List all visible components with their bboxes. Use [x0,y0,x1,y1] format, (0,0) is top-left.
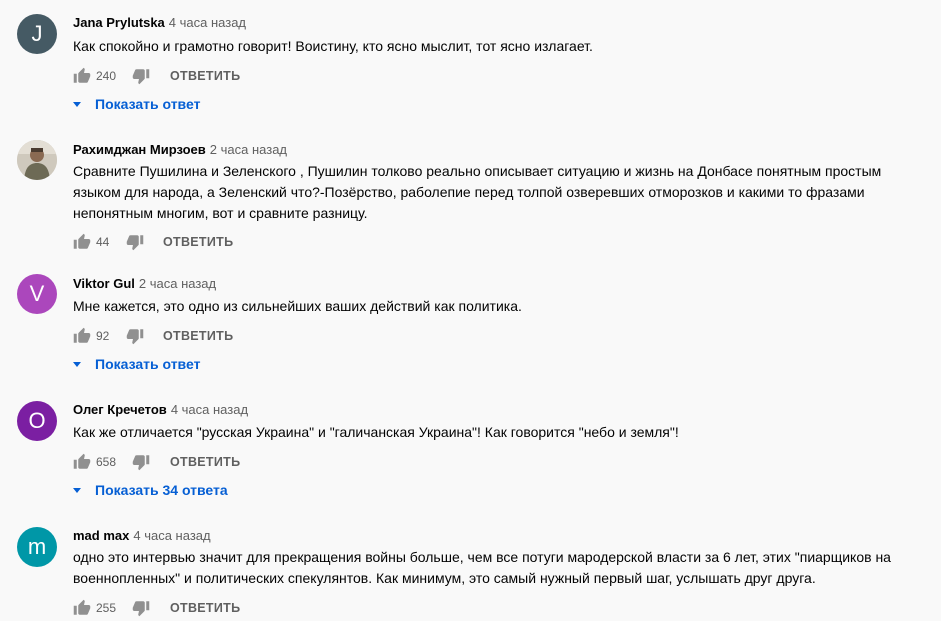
comment-time[interactable]: 4 часа назад [133,528,210,543]
reply-button[interactable]: ОТВЕТИТЬ [170,601,240,615]
thumb-down-icon[interactable] [126,233,144,251]
thumb-up-icon[interactable] [73,233,91,251]
comment-header: Jana Prylutska 4 часа назад [73,15,246,31]
thumb-down-icon[interactable] [132,67,150,85]
comment-actions: 658 ОТВЕТИТЬ [73,452,240,472]
thumb-up-icon[interactable] [73,599,91,617]
author-name[interactable]: mad max [73,528,129,543]
comment-header: mad max 4 часа назад [73,528,211,544]
author-name[interactable]: Рахимджан Мирзоев [73,142,206,157]
show-replies-button[interactable]: Показать 34 ответа [72,480,228,500]
comment-header: Олег Кречетов 4 часа назад [73,402,248,418]
author-name[interactable]: Jana Prylutska [73,15,165,30]
comment-actions: 255 ОТВЕТИТЬ [73,598,240,618]
show-replies-button[interactable]: Показать ответ [72,354,200,374]
like-count: 658 [96,455,117,469]
like-count: 44 [96,235,110,249]
caret-down-icon [73,488,81,493]
reply-button[interactable]: ОТВЕТИТЬ [163,329,233,343]
comment-text: Сравните Пушилина и Зеленского , Пушилин… [73,163,882,221]
author-name[interactable]: Viktor Gul [73,276,135,291]
comment-time[interactable]: 2 часа назад [139,276,216,291]
show-replies-label: Показать ответ [95,96,201,112]
like-count: 255 [96,601,117,615]
comments-section: J Jana Prylutska 4 часа назад Как спокойн… [0,0,941,621]
comment-header: Viktor Gul 2 часа назад [73,276,216,292]
show-replies-label: Показать ответ [95,356,201,372]
avatar[interactable]: J [17,14,57,54]
thumb-up-icon[interactable] [73,67,91,85]
user-photo-icon [17,140,57,180]
comment-text: Как же отличается "русская Украина" и "г… [73,424,679,440]
comment-actions: 240 ОТВЕТИТЬ [73,66,240,86]
reply-button[interactable]: ОТВЕТИТЬ [170,69,240,83]
thumb-down-icon[interactable] [132,453,150,471]
reply-button[interactable]: ОТВЕТИТЬ [170,455,240,469]
comment-time[interactable]: 2 часа назад [210,142,287,157]
comment-actions: 44 ОТВЕТИТЬ [73,232,233,252]
caret-down-icon [73,102,81,107]
show-replies-button[interactable]: Показать ответ [72,94,200,114]
avatar[interactable]: m [17,527,57,567]
author-name[interactable]: Олег Кречетов [73,402,167,417]
comment-text: Мне кажется, это одно из сильнейших ваши… [73,298,522,314]
reply-button[interactable]: ОТВЕТИТЬ [163,235,233,249]
thumb-up-icon[interactable] [73,327,91,345]
thumb-down-icon[interactable] [132,599,150,617]
thumb-up-icon[interactable] [73,453,91,471]
comment-actions: 92 ОТВЕТИТЬ [73,326,233,346]
avatar[interactable]: О [17,401,57,441]
comment-time[interactable]: 4 часа назад [169,15,246,30]
show-replies-label: Показать 34 ответа [95,482,228,498]
like-count: 240 [96,69,117,83]
comment-text: Как спокойно и грамотно говорит! Воистин… [73,38,593,54]
avatar[interactable] [17,140,57,180]
comment-text: одно это интервью значит для прекращения… [73,549,891,586]
avatar[interactable]: V [17,274,57,314]
caret-down-icon [73,362,81,367]
like-count: 92 [96,329,110,343]
thumb-down-icon[interactable] [126,327,144,345]
comment-header: Рахимджан Мирзоев 2 часа назад [73,142,287,158]
comment-time[interactable]: 4 часа назад [171,402,248,417]
